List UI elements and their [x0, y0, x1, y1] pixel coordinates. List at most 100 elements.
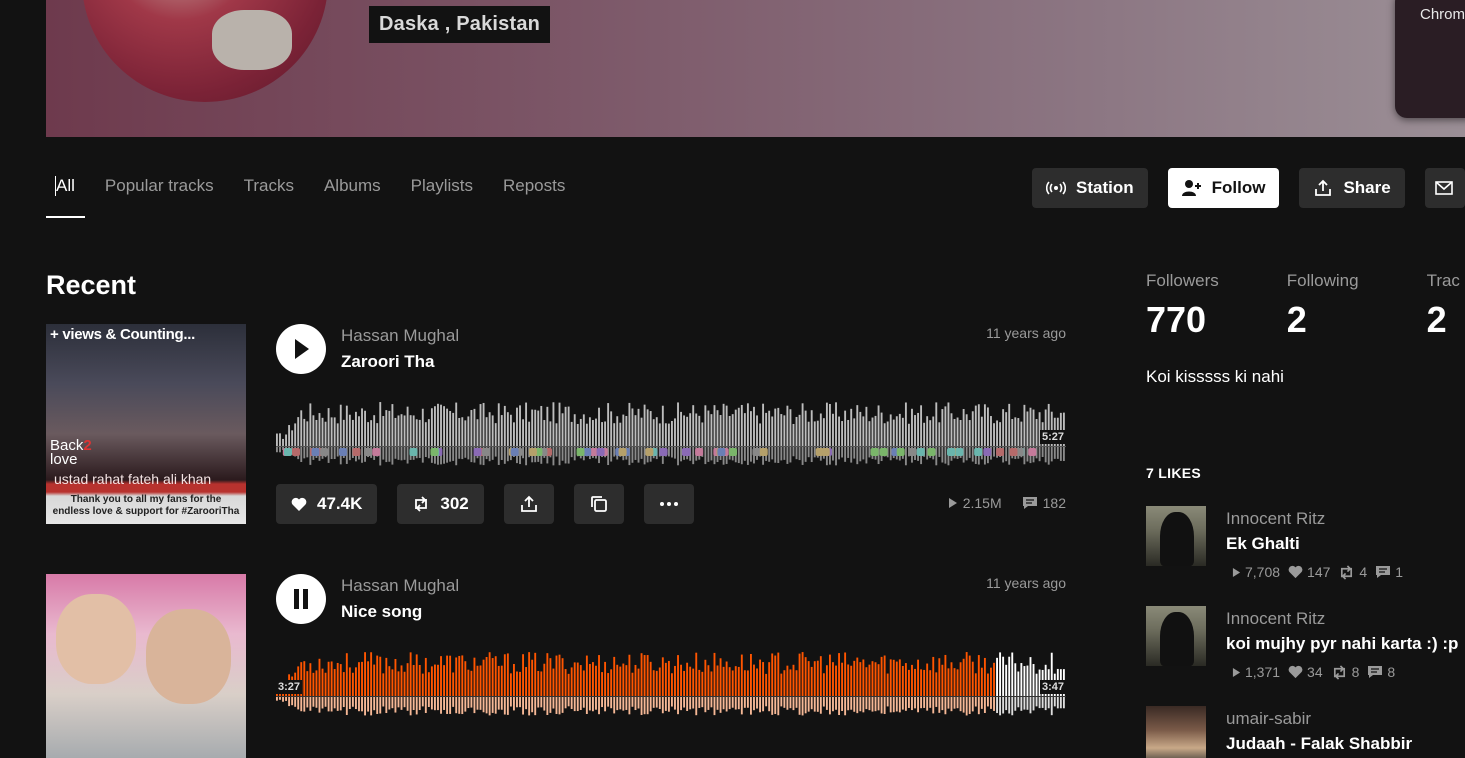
waveform-bar	[908, 423, 910, 446]
comment-marker[interactable]	[372, 448, 381, 456]
liked-comment-count[interactable]: 1	[1375, 564, 1403, 580]
message-button[interactable]	[1424, 168, 1465, 208]
comment-marker[interactable]	[717, 448, 726, 456]
profile-location: Daska , Pakistan	[369, 6, 551, 43]
liked-track-artwork[interactable]	[1146, 606, 1206, 666]
waveform-bar	[628, 402, 631, 446]
tab-all[interactable]: All	[46, 170, 85, 218]
liked-track-title[interactable]: Judaah - Falak Shabbir	[1226, 734, 1412, 754]
comment-marker[interactable]	[596, 448, 605, 456]
following-stat[interactable]: Following 2	[1287, 271, 1359, 341]
comment-marker[interactable]	[752, 448, 761, 456]
waveform-bar	[488, 652, 491, 696]
repost-button[interactable]: 302	[397, 484, 484, 524]
track-artwork[interactable]: + views & Counting... Back2 love ustad r…	[46, 324, 246, 524]
waveform-bar-reflection	[437, 697, 439, 711]
comment-marker[interactable]	[409, 448, 418, 456]
comment-marker[interactable]	[983, 448, 992, 456]
likes-heading[interactable]: 7 LIKES	[1146, 465, 1201, 481]
comment-marker[interactable]	[927, 448, 936, 456]
waveform-bar	[674, 665, 676, 696]
comment-marker[interactable]	[870, 448, 879, 456]
waveform[interactable]: 3:27 3:47	[276, 652, 1066, 716]
tab-playlists[interactable]: Playlists	[411, 170, 473, 218]
waveform-bar	[725, 405, 728, 446]
liked-track-user[interactable]: umair-sabir	[1226, 709, 1311, 729]
avatar[interactable]	[82, 0, 328, 102]
pause-button[interactable]	[276, 574, 326, 624]
comment-marker[interactable]	[338, 448, 347, 456]
comment-marker[interactable]	[974, 448, 983, 456]
waveform-bar-reflection	[965, 447, 968, 461]
liked-track-user[interactable]: Innocent Ritz	[1226, 509, 1325, 529]
liked-track-artwork[interactable]	[1146, 506, 1206, 566]
liked-track-title[interactable]: koi mujhy pyr nahi karta :) :p	[1226, 634, 1458, 654]
waveform-bar-reflection	[667, 697, 670, 712]
comment-marker[interactable]	[510, 448, 519, 456]
comment-marker[interactable]	[292, 448, 300, 456]
liked-track-user[interactable]: Innocent Ritz	[1226, 609, 1325, 629]
waveform-bar	[886, 673, 889, 696]
comment-marker[interactable]	[576, 448, 585, 456]
liked-like-count[interactable]: 34	[1288, 664, 1323, 680]
tab-tracks[interactable]: Tracks	[244, 170, 294, 218]
tracks-stat[interactable]: Trac 2	[1427, 271, 1460, 341]
waveform-bar	[1032, 664, 1035, 696]
liked-repost-count[interactable]: 4	[1338, 564, 1367, 580]
comment-marker[interactable]	[659, 448, 668, 456]
track-uploader[interactable]: Hassan Mughal	[341, 576, 459, 596]
comment-marker[interactable]	[896, 448, 905, 456]
track-title[interactable]: Nice song	[341, 602, 422, 622]
like-button[interactable]: 47.4K	[276, 484, 378, 524]
track-artwork[interactable]	[46, 574, 246, 758]
comment-marker[interactable]	[352, 448, 361, 456]
comment-marker[interactable]	[821, 448, 830, 456]
comment-marker[interactable]	[916, 448, 925, 456]
station-button[interactable]: Station	[1032, 168, 1148, 208]
more-button[interactable]	[643, 484, 694, 524]
track-title[interactable]: Zaroori Tha	[341, 352, 435, 372]
comment-marker[interactable]	[284, 448, 292, 456]
comment-count[interactable]: 182	[1022, 495, 1066, 511]
share-button[interactable]: Share	[1299, 168, 1405, 208]
comment-marker[interactable]	[473, 448, 482, 456]
copy-link-button[interactable]	[573, 484, 624, 524]
comment-marker[interactable]	[320, 448, 329, 456]
comment-marker[interactable]	[947, 448, 955, 456]
comment-marker[interactable]	[618, 448, 627, 456]
waveform[interactable]: 5:27	[276, 402, 1066, 466]
waveform-bar	[792, 664, 795, 696]
comment-marker[interactable]	[1009, 448, 1018, 456]
chrome-notification-popup[interactable]: Chrome didr	[1395, 0, 1465, 118]
share-track-button[interactable]	[503, 484, 554, 524]
liked-track-title[interactable]: Ek Ghalti	[1226, 534, 1300, 554]
liked-comment-count[interactable]: 8	[1367, 664, 1395, 680]
comment-marker[interactable]	[996, 448, 1005, 456]
comment-marker[interactable]	[482, 448, 490, 456]
liked-like-count[interactable]: 147	[1288, 564, 1330, 580]
comment-marker[interactable]	[645, 448, 654, 456]
comment-marker[interactable]	[908, 448, 917, 456]
waveform-bar	[461, 655, 464, 696]
tab-popular-tracks[interactable]: Popular tracks	[105, 170, 214, 218]
comment-marker[interactable]	[528, 448, 537, 456]
comment-marker[interactable]	[729, 448, 737, 456]
comment-marker[interactable]	[759, 448, 768, 456]
tab-reposts[interactable]: Reposts	[503, 170, 565, 218]
comment-marker[interactable]	[682, 448, 691, 456]
liked-repost-count[interactable]: 8	[1331, 664, 1359, 680]
comment-marker[interactable]	[430, 448, 439, 456]
track-uploader[interactable]: Hassan Mughal	[341, 326, 459, 346]
comment-marker[interactable]	[695, 448, 704, 456]
comment-marker[interactable]	[364, 448, 373, 456]
liked-track-artwork[interactable]	[1146, 706, 1206, 758]
follow-button[interactable]: Follow	[1167, 168, 1280, 208]
tab-albums[interactable]: Albums	[324, 170, 381, 218]
followers-stat[interactable]: Followers 770	[1146, 271, 1219, 341]
comment-marker[interactable]	[311, 448, 320, 456]
comment-marker[interactable]	[879, 448, 888, 456]
comment-marker[interactable]	[955, 448, 964, 456]
waveform-bar	[622, 663, 625, 696]
comment-marker[interactable]	[1028, 448, 1037, 456]
play-button[interactable]	[276, 324, 326, 374]
